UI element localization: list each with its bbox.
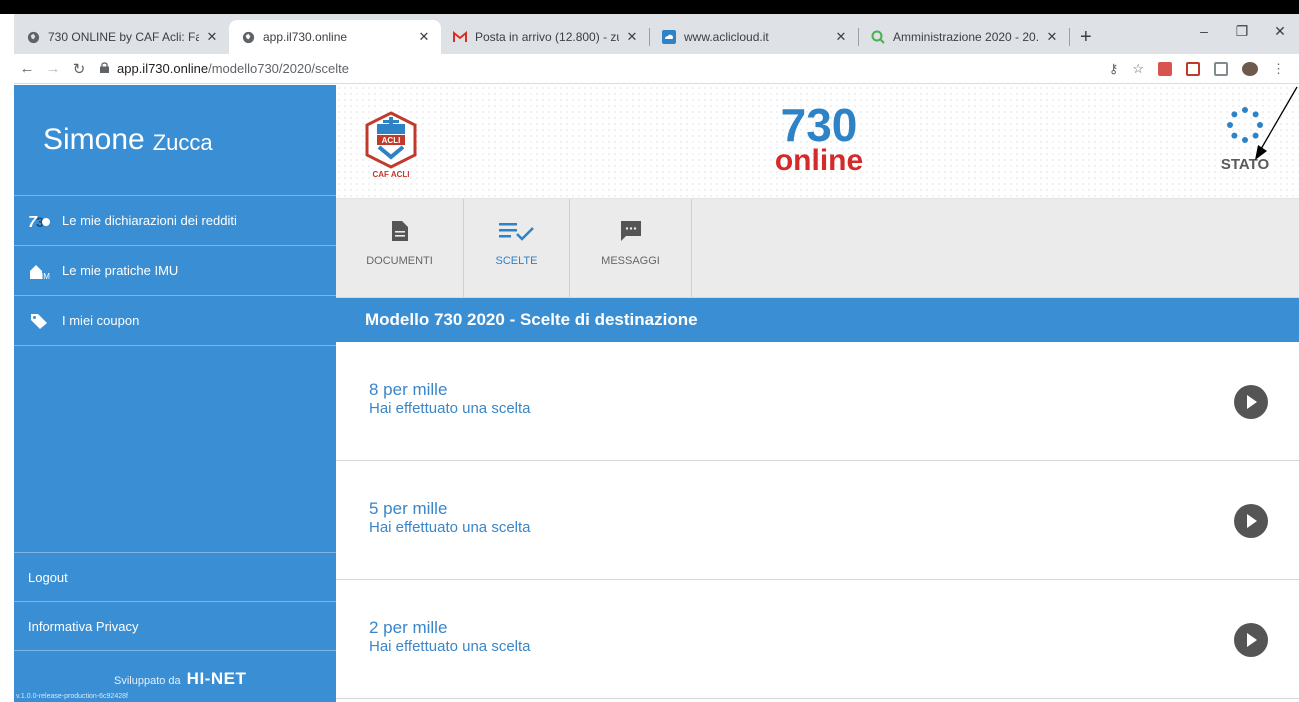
choice-5-per-mille[interactable]: 5 per mille Hai effettuato una scelta	[336, 461, 1299, 580]
user-last-name: Zucca	[152, 130, 213, 155]
brand-word: online	[774, 144, 864, 177]
sidebar-item-imu[interactable]: IMU Le mie pratiche IMU	[14, 246, 336, 296]
menu-icon[interactable]: ⋮	[1272, 61, 1285, 77]
reload-icon[interactable]: ↻	[66, 60, 92, 78]
document-icon	[391, 221, 408, 241]
star-icon[interactable]: ☆	[1132, 61, 1144, 77]
minimize-button[interactable]: –	[1185, 14, 1223, 48]
gmail-icon	[453, 30, 467, 44]
forward-icon[interactable]: →	[40, 60, 66, 77]
sidebar-item-dichiarazioni[interactable]: 73 Le mie dichiarazioni dei redditi	[14, 196, 336, 246]
sidebar-item-label: I miei coupon	[62, 313, 140, 328]
new-tab-button[interactable]: +	[1070, 20, 1102, 54]
tab-label: MESSAGGI	[601, 255, 660, 267]
user-name: Simone Zucca	[14, 85, 336, 196]
credits: Sviluppato da HI-NET v.1.0.0-release-prod…	[14, 650, 336, 702]
window-controls: – ❐ ✕	[1185, 14, 1299, 48]
tab-scelte[interactable]: SCELTE	[464, 199, 570, 297]
version-text: v.1.0.0-release-production-6c92428f	[16, 693, 128, 700]
tab-title: Posta in arrivo (12.800) - zucca	[475, 30, 619, 44]
brand-number: 730	[780, 99, 858, 151]
choice-title: 8 per mille	[369, 380, 448, 399]
browser-toolbar: ← → ↻ app.il730.online/modello730/2020/s…	[14, 54, 1299, 84]
globe-icon	[241, 30, 255, 44]
main-content: ACLI CAF ACLI 730 online STATO DOCUMENTI…	[336, 85, 1299, 702]
close-icon[interactable]: ✕	[417, 29, 431, 45]
browser-tab[interactable]: Amministrazione 2020 - 20.00 ✕	[859, 20, 1069, 54]
browser-tab-active[interactable]: app.il730.online ✕	[229, 20, 441, 54]
brand-logo: 730 online	[774, 99, 864, 177]
sidebar-footer: Logout Informativa Privacy Sviluppato da…	[14, 552, 336, 702]
browser-tab-strip: 730 ONLINE by CAF Acli: Facile ✕ app.il7…	[14, 14, 1299, 54]
tab-documenti[interactable]: DOCUMENTI	[336, 199, 464, 297]
close-icon[interactable]: ✕	[1045, 29, 1059, 45]
toolbar-actions: ⚷ ☆ ⋮	[1109, 61, 1285, 77]
svg-text:CAF ACLI: CAF ACLI	[372, 170, 409, 179]
sidebar-item-coupon[interactable]: I miei coupon	[14, 296, 336, 346]
annotation-arrow	[1255, 86, 1298, 160]
window-close-button[interactable]: ✕	[1261, 14, 1299, 48]
extension-icon[interactable]	[1186, 61, 1200, 76]
page-title: Modello 730 2020 - Scelte di destinazion…	[336, 298, 1299, 342]
user-first-name: Simone	[43, 123, 145, 156]
restore-button[interactable]: ❐	[1223, 14, 1261, 48]
lock-icon	[100, 61, 109, 76]
developer-logo: HI-NET	[186, 669, 247, 688]
play-icon[interactable]	[1234, 504, 1268, 538]
back-icon[interactable]: ←	[14, 60, 40, 77]
play-icon[interactable]	[1234, 623, 1268, 657]
sidebar-item-label: Le mie dichiarazioni dei redditi	[62, 213, 237, 228]
developed-by: Sviluppato da HI-NET	[114, 669, 246, 689]
tab-title: www.aclicloud.it	[684, 30, 769, 44]
close-icon[interactable]: ✕	[205, 29, 219, 45]
tab-title: app.il730.online	[263, 30, 348, 44]
close-icon[interactable]: ✕	[625, 29, 639, 45]
chat-icon	[620, 221, 641, 241]
sidebar-item-label: Le mie pratiche IMU	[62, 263, 179, 278]
tab-label: DOCUMENTI	[366, 255, 433, 267]
url-path: /modello730/2020/scelte	[208, 61, 350, 76]
main-tabbar: DOCUMENTI SCELTE MESSAGGI	[336, 199, 1299, 298]
extension-icon[interactable]	[1158, 61, 1172, 76]
choice-8-per-mille[interactable]: 8 per mille Hai effettuato una scelta	[336, 342, 1299, 461]
730-icon: 73	[28, 211, 50, 231]
svg-text:ACLI: ACLI	[382, 136, 401, 145]
choice-title: 2 per mille	[369, 618, 448, 637]
close-icon[interactable]: ✕	[834, 29, 848, 45]
address-bar[interactable]: app.il730.online/modello730/2020/scelte	[100, 56, 1109, 82]
house-icon: IMU	[28, 261, 50, 281]
sidebar: Simone Zucca 73 Le mie dichiarazioni dei…	[14, 85, 336, 702]
choice-status: Hai effettuato una scelta	[369, 519, 531, 536]
privacy-link[interactable]: Informativa Privacy	[14, 601, 336, 650]
choice-2-per-mille[interactable]: 2 per mille Hai effettuato una scelta	[336, 580, 1299, 699]
extension-icon[interactable]	[1214, 61, 1228, 76]
logout-link[interactable]: Logout	[14, 552, 336, 601]
qlik-icon	[871, 30, 885, 44]
developed-by-text: Sviluppato da	[114, 675, 181, 687]
tab-label: SCELTE	[495, 255, 538, 267]
tab-messaggi[interactable]: MESSAGGI	[570, 199, 692, 297]
browser-tab[interactable]: 730 ONLINE by CAF Acli: Facile ✕	[14, 20, 229, 54]
app-header: ACLI CAF ACLI 730 online STATO	[336, 85, 1299, 199]
choice-status: Hai effettuato una scelta	[369, 638, 531, 655]
svg-text:IMU: IMU	[41, 272, 50, 280]
url-host: app.il730.online	[117, 61, 209, 76]
caf-acli-logo: ACLI CAF ACLI	[365, 111, 417, 179]
browser-tab[interactable]: www.aclicloud.it ✕	[650, 20, 858, 54]
play-icon[interactable]	[1234, 385, 1268, 419]
checklist-icon	[498, 223, 534, 241]
choice-status: Hai effettuato una scelta	[369, 400, 531, 417]
key-icon[interactable]: ⚷	[1109, 61, 1119, 77]
choice-title: 5 per mille	[369, 499, 448, 518]
globe-icon	[26, 30, 40, 44]
browser-tab[interactable]: Posta in arrivo (12.800) - zucca ✕	[441, 20, 649, 54]
tab-title: 730 ONLINE by CAF Acli: Facile	[48, 30, 199, 44]
avatar[interactable]	[1242, 61, 1258, 76]
tag-icon	[28, 311, 50, 331]
cloud-icon	[662, 30, 676, 44]
screen-border	[0, 0, 1299, 14]
tab-title: Amministrazione 2020 - 20.00	[893, 30, 1039, 44]
